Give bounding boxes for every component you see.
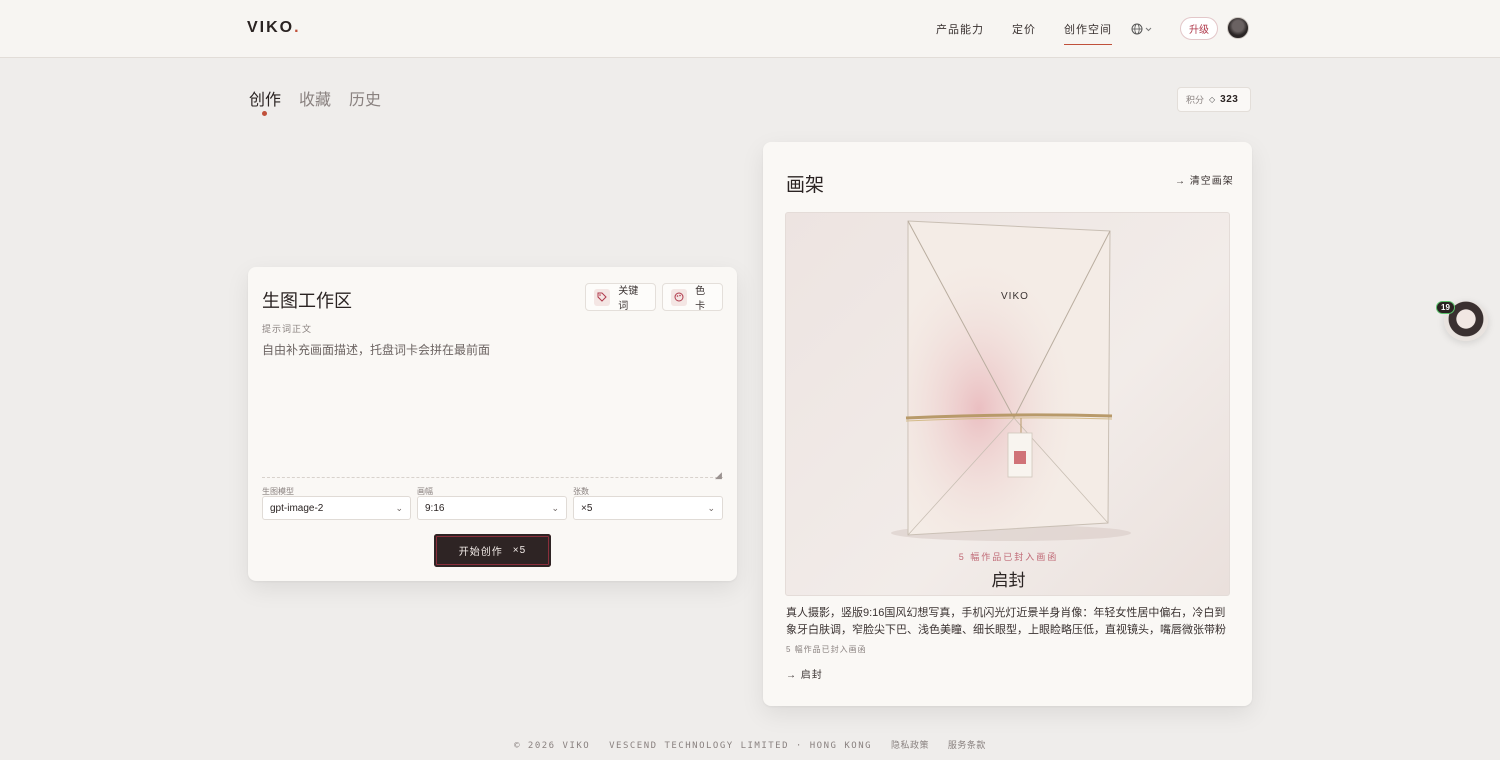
clear-easel-button[interactable]: → 清空画架 [1175, 172, 1234, 187]
color-card-button[interactable]: 色卡 [662, 283, 723, 312]
logo-text: VIKO [247, 19, 295, 36]
upgrade-button[interactable]: 升级 [1180, 17, 1218, 40]
chevron-down-icon: ⌄ [707, 502, 715, 513]
footer: © 2026 VIKO VESCEND TECHNOLOGY LIMITED ·… [0, 738, 1500, 751]
footer-company: VESCEND TECHNOLOGY LIMITED · HONG KONG [609, 741, 873, 751]
count-select[interactable]: ×5 ⌄ [573, 496, 723, 520]
prompt-label: 提示词正文 [262, 324, 313, 334]
points-label: 积分 [1186, 95, 1205, 105]
points-badge: 积分 ◇ 323 [1177, 87, 1251, 112]
nav-item-features[interactable]: 产品能力 [936, 21, 984, 45]
envelope-illustration [891, 220, 1131, 541]
sealed-count-text: 5 幅作品已封入画函 [958, 552, 1059, 562]
resize-handle-icon[interactable]: ◢ [715, 470, 722, 481]
nav-item-studio[interactable]: 创作空间 [1064, 21, 1112, 45]
top-header: VIKO. 产品能力 定价 创作空间 升级 [0, 0, 1500, 58]
chevron-down-icon: ⌄ [551, 502, 559, 513]
nav-item-pricing[interactable]: 定价 [1012, 21, 1036, 45]
chevron-down-icon [1145, 27, 1152, 31]
tab-history[interactable]: 历史 [349, 86, 381, 110]
tag-icon [594, 288, 611, 306]
ratio-select[interactable]: 9:16 ⌄ [417, 496, 567, 520]
start-label: 开始创作 [458, 547, 503, 558]
start-count: ×5 [512, 545, 527, 556]
easel-panel: 画架 → 清空画架 VIKO 5 幅作品已封入画函 启封 真人摄影，竖版9:16… [763, 142, 1252, 706]
privacy-link[interactable]: 隐私政策 [891, 740, 929, 750]
globe-icon [1131, 23, 1143, 35]
prompt-input[interactable] [262, 341, 723, 478]
start-create-button[interactable]: 开始创作 ×5 [434, 534, 551, 567]
ratio-value: 9:16 [425, 502, 445, 514]
main-nav: 产品能力 定价 创作空间 [936, 21, 1112, 45]
notification-badge: 19 [1436, 301, 1455, 314]
sealed-count-caption: 5 幅作品已封入画函 [786, 645, 867, 654]
chevron-down-icon: ⌄ [395, 502, 403, 513]
tab-create[interactable]: 创作 [249, 86, 281, 116]
diamond-icon: ◇ [1209, 95, 1216, 104]
model-select[interactable]: gpt-image-2 ⌄ [262, 496, 411, 520]
prompt-description: 真人摄影，竖版9:16国风幻想写真，手机闪光灯近景半身肖像：年轻女性居中偏右，冷… [786, 607, 1226, 636]
logo-dot: . [294, 19, 301, 36]
workspace-title: 生图工作区 [262, 291, 352, 312]
palette-icon [671, 288, 688, 306]
avatar[interactable] [1227, 17, 1249, 39]
language-switcher[interactable] [1131, 22, 1153, 36]
open-seal-link[interactable]: → 启封 [786, 666, 823, 681]
tab-favorites[interactable]: 收藏 [299, 86, 331, 110]
studio-tabs: 创作 收藏 历史 [249, 86, 381, 116]
footer-copyright: © 2026 VIKO [514, 741, 591, 751]
keywords-label: 关键词 [618, 286, 639, 312]
keywords-button[interactable]: 关键词 [585, 283, 656, 312]
count-value: ×5 [581, 502, 593, 514]
envelope-brand: VIKO [1001, 291, 1029, 302]
easel-title: 画架 [786, 174, 825, 196]
color-card-label: 色卡 [695, 286, 706, 312]
sealed-envelope-preview[interactable]: VIKO 5 幅作品已封入画函 启封 [785, 212, 1230, 596]
logo[interactable]: VIKO. [247, 19, 301, 37]
open-seal-title: 启封 [991, 571, 1026, 591]
terms-link[interactable]: 服务条款 [948, 740, 986, 750]
model-value: gpt-image-2 [270, 502, 324, 514]
generation-workspace: 生图工作区 关键词 色卡 提示词正文 ◢ 生图模型 gpt-image-2 ⌄ … [248, 267, 737, 581]
points-value: 323 [1220, 94, 1239, 105]
